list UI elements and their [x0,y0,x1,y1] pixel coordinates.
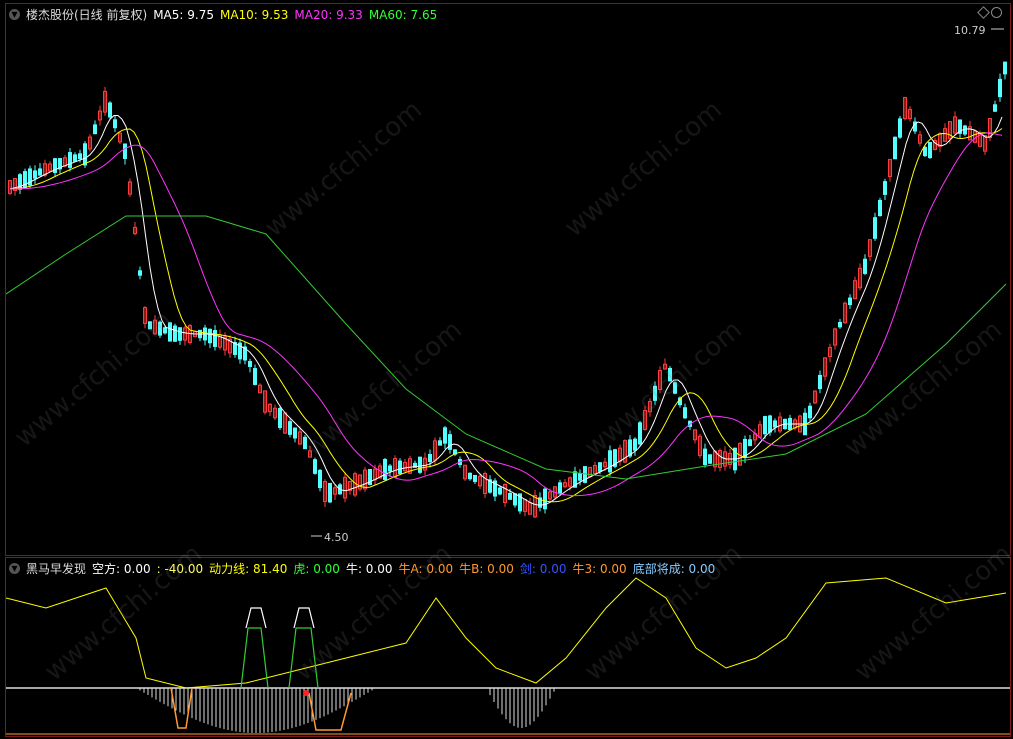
candle-body [253,368,257,385]
moving-average-line [10,132,1003,497]
candle-body [1003,61,1007,75]
candle-body [113,119,117,129]
candle-body [838,321,842,328]
candle-body [83,143,87,166]
candle-body [683,407,687,419]
candle-body [443,427,447,444]
candle-body [448,434,452,450]
candle-body [863,258,867,274]
candle-body [638,422,642,445]
candle-body [708,454,712,464]
signal-dot [303,690,309,696]
candle-body [763,416,767,435]
candle-body [468,472,472,480]
candlestick-chart [6,28,1007,537]
candle-body [703,448,707,465]
candle-body [878,199,882,217]
candle-body [213,330,217,347]
candle-body [313,459,317,474]
low-price-label: 4.50 [324,531,349,544]
indicator-panel[interactable]: ▾ 黑马早发现 空方: 0.00 : -40.00 动力线: 81.40 虎: … [5,539,1013,737]
candle-body [33,170,37,179]
candle-body [508,492,512,500]
high-price-label: 10.79 [954,24,986,37]
moving-average-line [9,115,1003,506]
moving-average-line [9,128,1003,503]
candle-body [598,462,602,472]
candle-body [78,153,82,160]
candle-body [438,440,442,446]
candle-body [768,415,772,433]
candle-body [818,374,822,390]
candle-body [293,427,297,439]
candle-body [38,168,42,176]
candle-body [578,473,582,481]
candle-body [673,382,677,394]
candle-body [173,325,177,342]
candle-body [328,482,332,503]
candle-body [653,385,657,401]
candle-body [993,104,997,112]
candle-body [668,367,672,382]
candle-body [303,436,307,450]
price-chart-panel[interactable]: ▾ 楼杰股份(日线 前复权) MA5: 9.75 MA10: 9.53 MA20… [5,3,1011,556]
candle-body [848,297,852,306]
candle-body [248,361,252,367]
candle-body [498,487,502,495]
candle-body [288,421,292,435]
candle-body [398,460,402,474]
candle-body [873,217,877,239]
candle-body [543,488,547,510]
power-line [6,577,1007,689]
candle-body [383,459,387,480]
indicator-chart [6,577,1010,735]
candle-body [883,181,887,195]
candle-body [428,453,432,463]
candle-body [148,321,152,330]
candle-body [748,439,752,447]
candle-body [208,328,212,344]
candle-body [73,154,77,162]
candle-body [163,327,167,334]
tiger-line [240,627,319,689]
candle-body [168,322,172,342]
candle-body [923,146,927,157]
candle-body [178,327,182,341]
candle-body [928,141,932,159]
candle-body [418,456,422,473]
candle-body [158,321,162,336]
candle-body [108,102,112,118]
candle-body [808,405,812,419]
candle-body [278,408,282,428]
candle-body [898,118,902,138]
candle-body [608,450,612,473]
candle-body [633,438,637,451]
candle-body [68,152,72,168]
candle-body [743,438,747,459]
candle-body [893,136,897,160]
candle-body [773,420,777,428]
candle-body [513,493,517,506]
candle-body [558,482,562,495]
candle-body [388,465,392,472]
candle-body [123,143,127,160]
candle-body [998,78,1002,98]
candle-body [318,469,322,489]
candle-body [93,124,97,135]
bull-line [245,607,315,629]
candle-body [138,270,142,276]
candle-body [473,474,477,483]
